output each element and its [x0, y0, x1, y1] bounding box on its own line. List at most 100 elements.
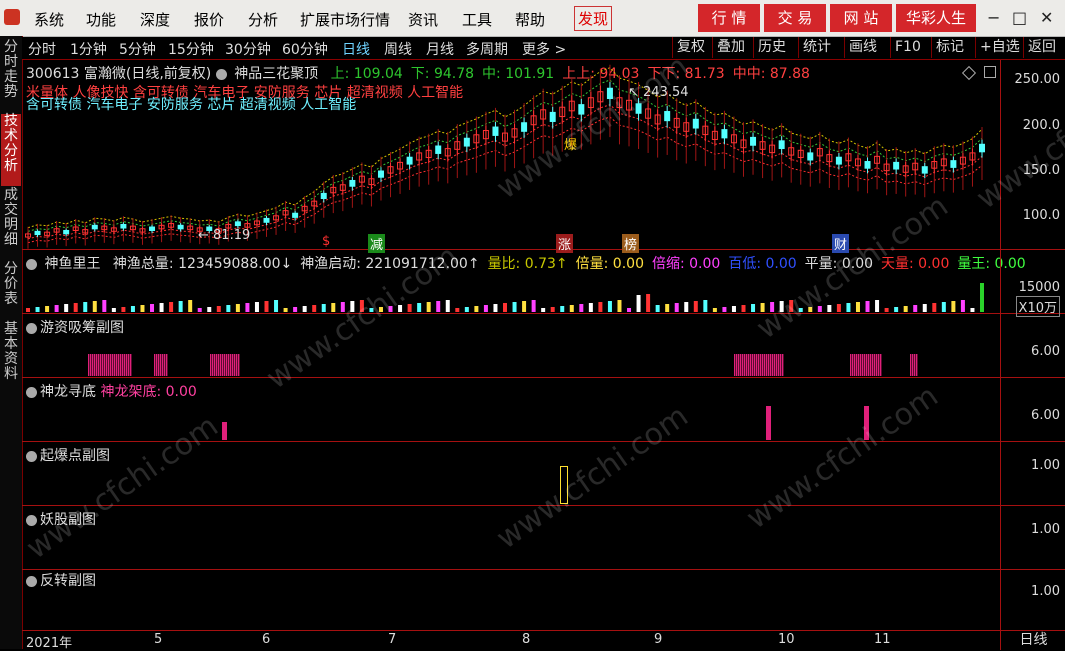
volume-bar [741, 305, 746, 312]
back-button[interactable]: 返回 [1023, 37, 1060, 58]
period-indicator[interactable]: 日线 [1000, 630, 1065, 650]
tab-trades[interactable]: 成交明细 [1, 188, 21, 260]
period-1min[interactable]: 1分钟 [70, 39, 107, 59]
volume-bar [216, 306, 221, 312]
menu-item-quote[interactable]: 报价 [194, 9, 224, 30]
sub3-tick: 1.00 [1031, 458, 1060, 473]
accumulation-bar [868, 354, 870, 376]
accumulation-bar [740, 354, 742, 376]
volume-bar [178, 301, 183, 312]
menu-item-depth[interactable]: 深度 [140, 9, 170, 30]
price-panel[interactable]: 300613 富瀚微(日线,前复权) 神品三花聚顶 上: 109.04 下: 94… [22, 60, 1000, 253]
tab-intraday[interactable]: 分时走势 [1, 40, 21, 112]
volume-bar [121, 307, 126, 312]
volume-bar [54, 305, 59, 312]
sub4-dropdown-icon[interactable] [26, 514, 37, 526]
volume-bar [627, 308, 632, 312]
trade-button[interactable]: 交 易 [764, 4, 826, 32]
accumulation-bar [114, 354, 116, 376]
period-more[interactable]: 更多 > [522, 39, 566, 59]
volume-bar [894, 307, 899, 312]
menu-item-function[interactable]: 功能 [86, 9, 116, 30]
overlay-button[interactable]: 叠加 [712, 37, 749, 58]
period-intraday[interactable]: 分时 [28, 39, 56, 59]
volume-axis: 15000 X10万 [1000, 250, 1065, 317]
stats-button[interactable]: 统计 [798, 37, 835, 58]
date-axis: 2021年 5 6 7 8 9 10 11 [22, 630, 1000, 651]
tab-fundamentals[interactable]: 基本资料 [1, 322, 21, 394]
menu-item-ext-market[interactable]: 扩展市场行情 [300, 9, 390, 30]
candle-body [263, 217, 270, 223]
volume-bar [226, 305, 231, 312]
volume-bar [102, 300, 107, 312]
candle-body [893, 161, 900, 170]
period-monthly[interactable]: 月线 [426, 39, 454, 59]
volume-bar [483, 305, 488, 312]
website-button[interactable]: 网 站 [830, 4, 892, 32]
minimize-icon[interactable]: − [987, 8, 1000, 27]
volume-bar [646, 294, 651, 312]
volume-bar [913, 305, 918, 312]
menu-item-analysis[interactable]: 分析 [248, 9, 278, 30]
volume-bar [846, 303, 851, 312]
period-60min[interactable]: 60分钟 [282, 39, 328, 59]
period-weekly[interactable]: 周线 [384, 39, 412, 59]
volume-bar [464, 307, 469, 312]
accumulation-bar [874, 354, 876, 376]
tab-price-table[interactable]: 分价表 [1, 262, 21, 318]
sub1-axis: 6.00 [1000, 314, 1065, 378]
add-watch-button[interactable]: +自选 [975, 37, 1024, 58]
volume-bar [264, 301, 269, 312]
menu-item-tools[interactable]: 工具 [462, 9, 492, 30]
accumulation-bar [230, 354, 232, 376]
volume-bar [92, 301, 97, 312]
sub-panel-1[interactable]: 游资吸筹副图 [22, 314, 1000, 378]
close-icon[interactable]: ✕ [1040, 8, 1053, 27]
huacai-button[interactable]: 华彩人生 [896, 4, 976, 32]
mark-button[interactable]: 标记 [931, 37, 968, 58]
candle-body [664, 111, 671, 122]
volume-bar [703, 300, 708, 312]
accumulation-bar [224, 354, 226, 376]
period-15min[interactable]: 15分钟 [168, 39, 214, 59]
sub4-tick: 1.00 [1031, 522, 1060, 537]
history-button[interactable]: 历史 [753, 37, 790, 58]
volume-bar [293, 307, 298, 312]
accumulation-bar [110, 354, 112, 376]
candle-body [406, 156, 413, 165]
accumulation-bar [748, 354, 750, 376]
menu-item-help[interactable]: 帮助 [515, 9, 545, 30]
f10-button[interactable]: F10 [890, 37, 925, 58]
period-30min[interactable]: 30分钟 [225, 39, 271, 59]
tab-technical[interactable]: 技术分析 [1, 114, 21, 186]
sub5-dropdown-icon[interactable] [26, 575, 37, 587]
menu-item-news[interactable]: 资讯 [408, 9, 438, 30]
period-daily[interactable]: 日线 [342, 39, 370, 59]
accumulation-bar [92, 354, 94, 376]
maximize-icon[interactable]: □ [1012, 8, 1027, 27]
volume-bar [83, 302, 88, 312]
sub3-dropdown-icon[interactable] [26, 450, 37, 462]
price-tick-250: 250.00 [1014, 72, 1061, 87]
candle-body [492, 126, 499, 136]
accumulation-bar [914, 354, 916, 376]
menu-item-find[interactable]: 发现 [574, 6, 613, 31]
candle-body [835, 156, 842, 165]
accumulation-bar [878, 354, 880, 376]
signal-dollar: $ [322, 234, 331, 249]
market-button[interactable]: 行 情 [698, 4, 760, 32]
menu-item-system[interactable]: 系统 [34, 9, 64, 30]
accumulation-bar [764, 354, 766, 376]
volume-bar [150, 304, 155, 312]
draw-button[interactable]: 画线 [844, 37, 881, 58]
candle-body [950, 160, 957, 168]
panel-toggle-icon[interactable] [984, 66, 996, 78]
accumulation-bar [100, 354, 102, 376]
volume-bar [436, 301, 441, 312]
accumulation-bar [862, 354, 864, 376]
period-5min[interactable]: 5分钟 [119, 39, 156, 59]
accumulation-bar [736, 354, 738, 376]
volume-bar [617, 300, 622, 312]
period-multi[interactable]: 多周期 [466, 39, 508, 59]
sub-panel-5[interactable]: 反转副图 [22, 570, 1000, 630]
